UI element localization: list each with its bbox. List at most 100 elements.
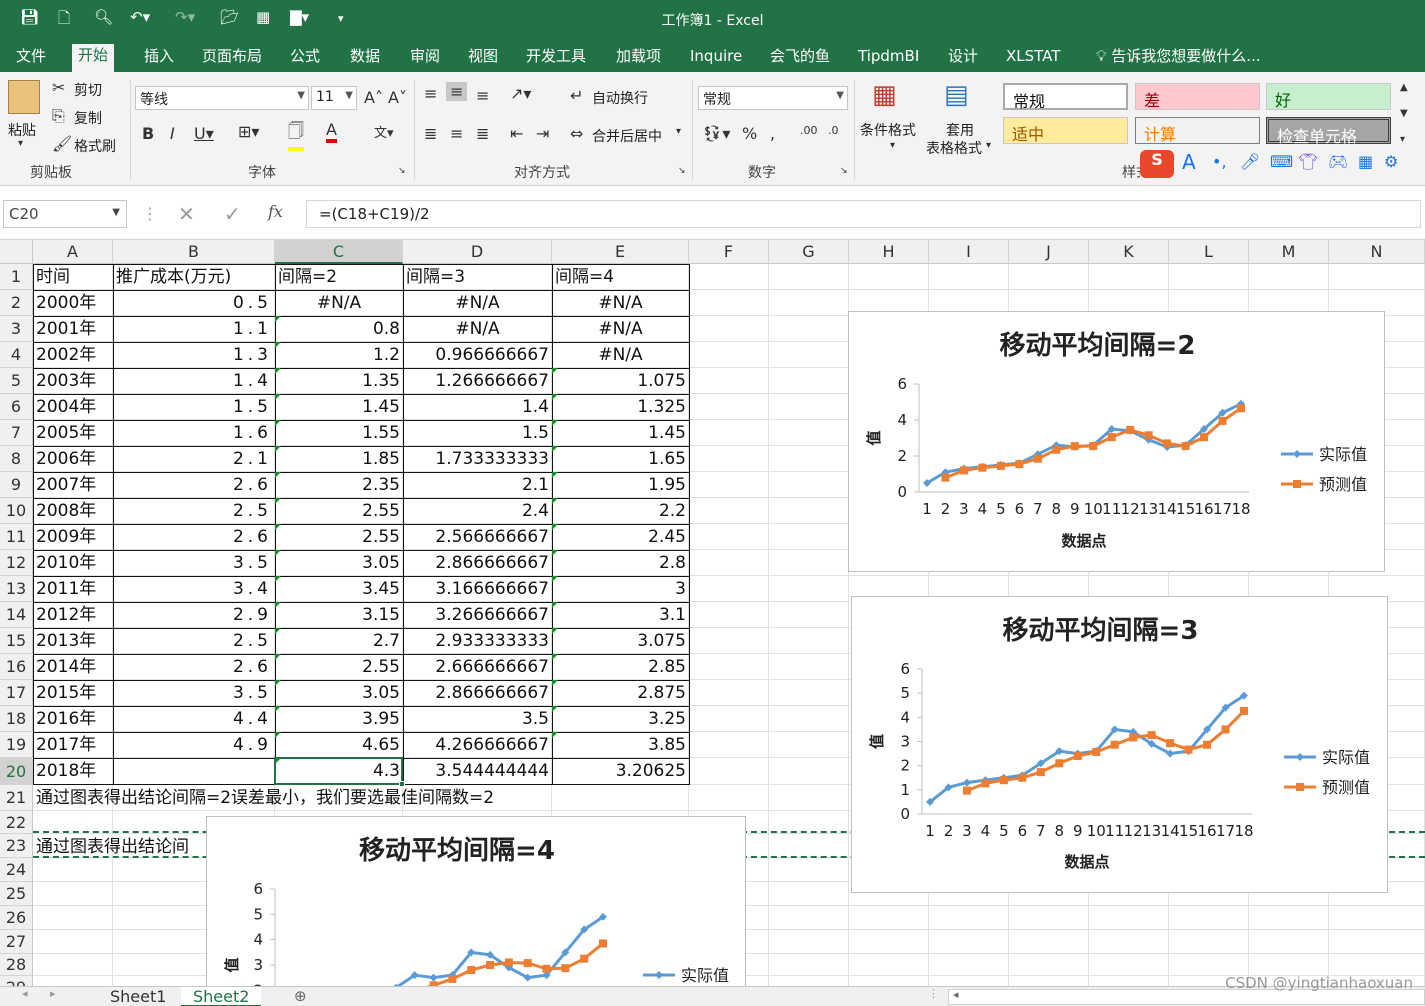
row-header-5[interactable]: 5 [0, 368, 33, 394]
table-cell[interactable]: 2010年 [33, 550, 113, 576]
cut-button[interactable]: 剪切 [74, 80, 102, 100]
chevron-down-icon[interactable]: ▾ [890, 140, 895, 151]
add-sheet-icon[interactable]: ⊕ [294, 987, 307, 1005]
chevron-down-icon[interactable]: ▾ [986, 140, 991, 151]
orientation-icon[interactable]: ↗▾ [510, 84, 531, 103]
row-header-19[interactable]: 19 [0, 732, 33, 758]
column-header-n[interactable]: N [1329, 240, 1425, 264]
table-cell[interactable]: 3.544444444 [403, 758, 552, 785]
table-cell[interactable]: 2008年 [33, 498, 113, 524]
table-cell[interactable]: 2.45 [552, 524, 689, 550]
table-cell[interactable]: 1.3 [113, 342, 275, 368]
merge-center-button[interactable]: 合并后居中 [592, 126, 662, 146]
table-cell[interactable]: 2.35 [275, 472, 403, 498]
column-header-d[interactable]: D [403, 240, 552, 264]
table-cell[interactable]: 2.7 [275, 628, 403, 654]
table-cell[interactable]: 1.85 [275, 446, 403, 472]
row-header-15[interactable]: 15 [0, 628, 33, 654]
column-header-j[interactable]: J [1009, 240, 1089, 264]
table-cell[interactable]: 2.55 [275, 498, 403, 524]
table-cell[interactable]: 2014年 [33, 654, 113, 680]
table-cell[interactable]: 3.4 [113, 576, 275, 602]
table-cell[interactable]: 3.15 [275, 602, 403, 628]
row-header-8[interactable]: 8 [0, 446, 33, 472]
chart-interval-2[interactable]: 移动平均间隔=2 0 2 4 6 1 2 3 4 5 6 7 8 9 10 11 12 13 14 15 16 17 18 数… [848, 311, 1385, 572]
table-cell[interactable]: 2.5 [113, 498, 275, 524]
table-header-cell[interactable]: 时间 [33, 264, 113, 290]
tab-formulas[interactable]: 公式 [284, 45, 326, 72]
table-cell[interactable]: #N/A [552, 316, 689, 342]
style-more-icon[interactable]: ▾ [1400, 134, 1405, 145]
comma-icon[interactable]: , [770, 124, 775, 143]
table-cell[interactable]: #N/A [552, 342, 689, 368]
row-header-3[interactable]: 3 [0, 316, 33, 342]
insert-function-icon[interactable]: fx [268, 202, 283, 221]
tell-me-box[interactable]: 💡︎ 告诉我您想要做什么... [1090, 45, 1267, 72]
chevron-down-icon[interactable]: ▾ [676, 126, 681, 137]
sheet-next-icon[interactable]: ▸ [50, 987, 56, 1000]
wrap-text-button[interactable]: 自动换行 [592, 88, 648, 108]
table-cell[interactable]: 1.5 [113, 394, 275, 420]
row-header-13[interactable]: 13 [0, 576, 33, 602]
table-cell[interactable]: 2012年 [33, 602, 113, 628]
table-cell[interactable]: 2.566666667 [403, 524, 552, 550]
table-cell[interactable]: 4.9 [113, 732, 275, 758]
column-header-k[interactable]: K [1089, 240, 1169, 264]
style-good[interactable]: 好 [1266, 83, 1391, 110]
column-header-b[interactable]: B [113, 240, 275, 264]
table-cell[interactable]: 2.6 [113, 472, 275, 498]
table-cell[interactable]: 2.666666667 [403, 654, 552, 680]
sheet-tab-sheet2[interactable]: Sheet2 [181, 987, 262, 1006]
table-cell[interactable]: 1.4 [403, 394, 552, 420]
row-header-14[interactable]: 14 [0, 602, 33, 628]
increase-decimal-icon[interactable]: .00 [800, 124, 818, 137]
table-cell[interactable]: 2.866666667 [403, 680, 552, 706]
tab-home[interactable]: 开始 [72, 44, 115, 72]
table-header-cell[interactable]: 间隔=3 [403, 264, 552, 290]
copy-button[interactable]: 复制 [74, 108, 102, 128]
row-header-21[interactable]: 21 [0, 785, 33, 811]
tab-view[interactable]: 视图 [462, 45, 504, 72]
table-cell[interactable]: 1.6 [113, 420, 275, 446]
table-cell[interactable]: 2.85 [552, 654, 689, 680]
table-cell[interactable]: 3.5 [113, 680, 275, 706]
italic-icon[interactable]: I [170, 124, 175, 143]
table-cell[interactable]: 3.95 [275, 706, 403, 732]
row-header-11[interactable]: 11 [0, 524, 33, 550]
table-cell[interactable]: 2018年 [33, 758, 113, 785]
table-cell[interactable]: 3.266666667 [403, 602, 552, 628]
align-right-icon[interactable]: ≣ [476, 124, 489, 143]
table-cell[interactable]: 1.266666667 [403, 368, 552, 394]
table-cell[interactable]: 3.25 [552, 706, 689, 732]
tab-insert[interactable]: 插入 [138, 45, 180, 72]
table-cell[interactable]: #N/A [403, 290, 552, 316]
table-cell[interactable]: 3.1 [552, 602, 689, 628]
table-header-cell[interactable]: 间隔=4 [552, 264, 689, 290]
increase-font-icon[interactable]: A˄ [364, 88, 383, 107]
scroll-left-icon[interactable]: ◂ [953, 988, 959, 1001]
align-top-icon[interactable]: ≡ [424, 84, 437, 103]
sheet-prev-icon[interactable]: ◂ [22, 987, 28, 1000]
table-cell[interactable]: 2.55 [275, 654, 403, 680]
table-cell[interactable]: 3.05 [275, 550, 403, 576]
table-cell[interactable]: 2000年 [33, 290, 113, 316]
decrease-decimal-icon[interactable]: .0 [828, 124, 839, 137]
underline-icon[interactable]: U▾ [194, 124, 214, 143]
row-header-7[interactable]: 7 [0, 420, 33, 446]
column-header-e[interactable]: E [552, 240, 689, 264]
style-normal[interactable]: 常规 [1003, 83, 1128, 111]
tab-huifeideyu[interactable]: 会飞的鱼 [764, 45, 836, 72]
table-cell[interactable]: 1.45 [552, 420, 689, 446]
phonetic-icon[interactable]: 文▾ [374, 122, 394, 141]
table-cell[interactable]: 1.325 [552, 394, 689, 420]
table-cell[interactable]: 1.45 [275, 394, 403, 420]
table-cell[interactable]: #N/A [403, 316, 552, 342]
table-cell[interactable]: 3.166666667 [403, 576, 552, 602]
table-cell[interactable]: 2007年 [33, 472, 113, 498]
table-cell[interactable]: 1.5 [403, 420, 552, 446]
name-box[interactable]: C20 ▼ [3, 200, 127, 228]
style-neutral[interactable]: 适中 [1003, 117, 1128, 144]
table-cell[interactable]: 2005年 [33, 420, 113, 446]
chart-interval-3[interactable]: 移动平均间隔=3 0 1 2 3 4 5 6 1 2 3 4 5 6 7 8 9 10 11 12 13 14 15 16 17… [851, 596, 1388, 893]
tab-page-layout[interactable]: 页面布局 [196, 45, 268, 72]
